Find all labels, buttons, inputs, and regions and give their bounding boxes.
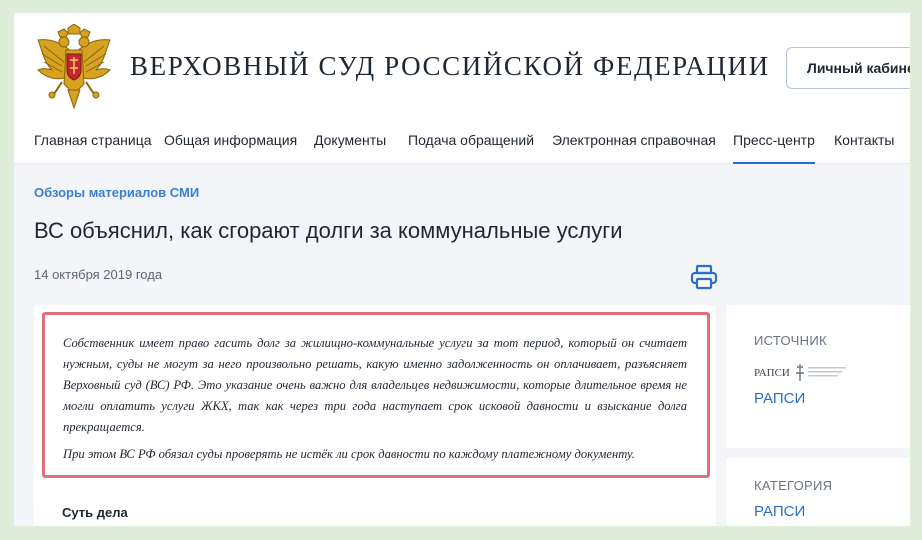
nav-item-e-reference[interactable]: Электронная справочная — [552, 119, 716, 164]
article-lead-highlight: Собственник имеет право гасить долг за ж… — [42, 312, 710, 478]
personal-cabinet-button[interactable]: Личный кабинет — [786, 47, 910, 89]
nav-item-documents[interactable]: Документы — [314, 119, 386, 164]
site-title[interactable]: ВЕРХОВНЫЙ СУД РОССИЙСКОЙ ФЕДЕРАЦИИ — [130, 51, 770, 82]
nav-item-home[interactable]: Главная страница — [34, 119, 152, 164]
source-card: ИСТОЧНИК РАПСИ РАПСИ — [726, 305, 910, 448]
section-link[interactable]: Обзоры материалов СМИ — [34, 185, 199, 200]
site-header: ВЕРХОВНЫЙ СУД РОССИЙСКОЙ ФЕДЕРАЦИИ Личны… — [14, 13, 910, 119]
rapsi-logo-text: РАПСИ — [754, 367, 790, 379]
nav-item-contacts[interactable]: Контакты — [834, 119, 894, 164]
rapsi-logo: РАПСИ — [754, 364, 846, 381]
source-link[interactable]: РАПСИ — [754, 390, 805, 407]
lead-paragraph: При этом ВС РФ обязал суды проверять не … — [63, 447, 635, 461]
main-content: Обзоры материалов СМИ ВС объяснил, как с… — [14, 164, 910, 526]
category-card: КАТЕГОРИЯ РАПСИ — [726, 458, 910, 526]
lead-paragraph: Собственник имеет право гасить долг за ж… — [63, 336, 687, 434]
article-title: ВС объяснил, как сгорают долги за коммун… — [34, 218, 623, 243]
nav-item-general-info[interactable]: Общая информация — [164, 119, 297, 164]
nav-item-press-center[interactable]: Пресс-центр — [733, 119, 815, 164]
nav-item-appeals[interactable]: Подача обращений — [408, 119, 534, 164]
essence-heading: Суть дела — [62, 505, 128, 520]
category-link[interactable]: РАПСИ — [754, 503, 805, 520]
source-label: ИСТОЧНИК — [754, 333, 827, 348]
article-date: 14 октября 2019 года — [34, 267, 163, 282]
browser-page: ВЕРХОВНЫЙ СУД РОССИЙСКОЙ ФЕДЕРАЦИИ Личны… — [14, 13, 910, 526]
coat-of-arms-icon[interactable] — [34, 24, 114, 110]
main-navigation: Главная страница Общая информация Докуме… — [14, 119, 910, 164]
category-label: КАТЕГОРИЯ — [754, 478, 833, 493]
article-card: Собственник имеет право гасить долг за ж… — [34, 305, 716, 526]
printer-icon[interactable] — [690, 264, 718, 290]
